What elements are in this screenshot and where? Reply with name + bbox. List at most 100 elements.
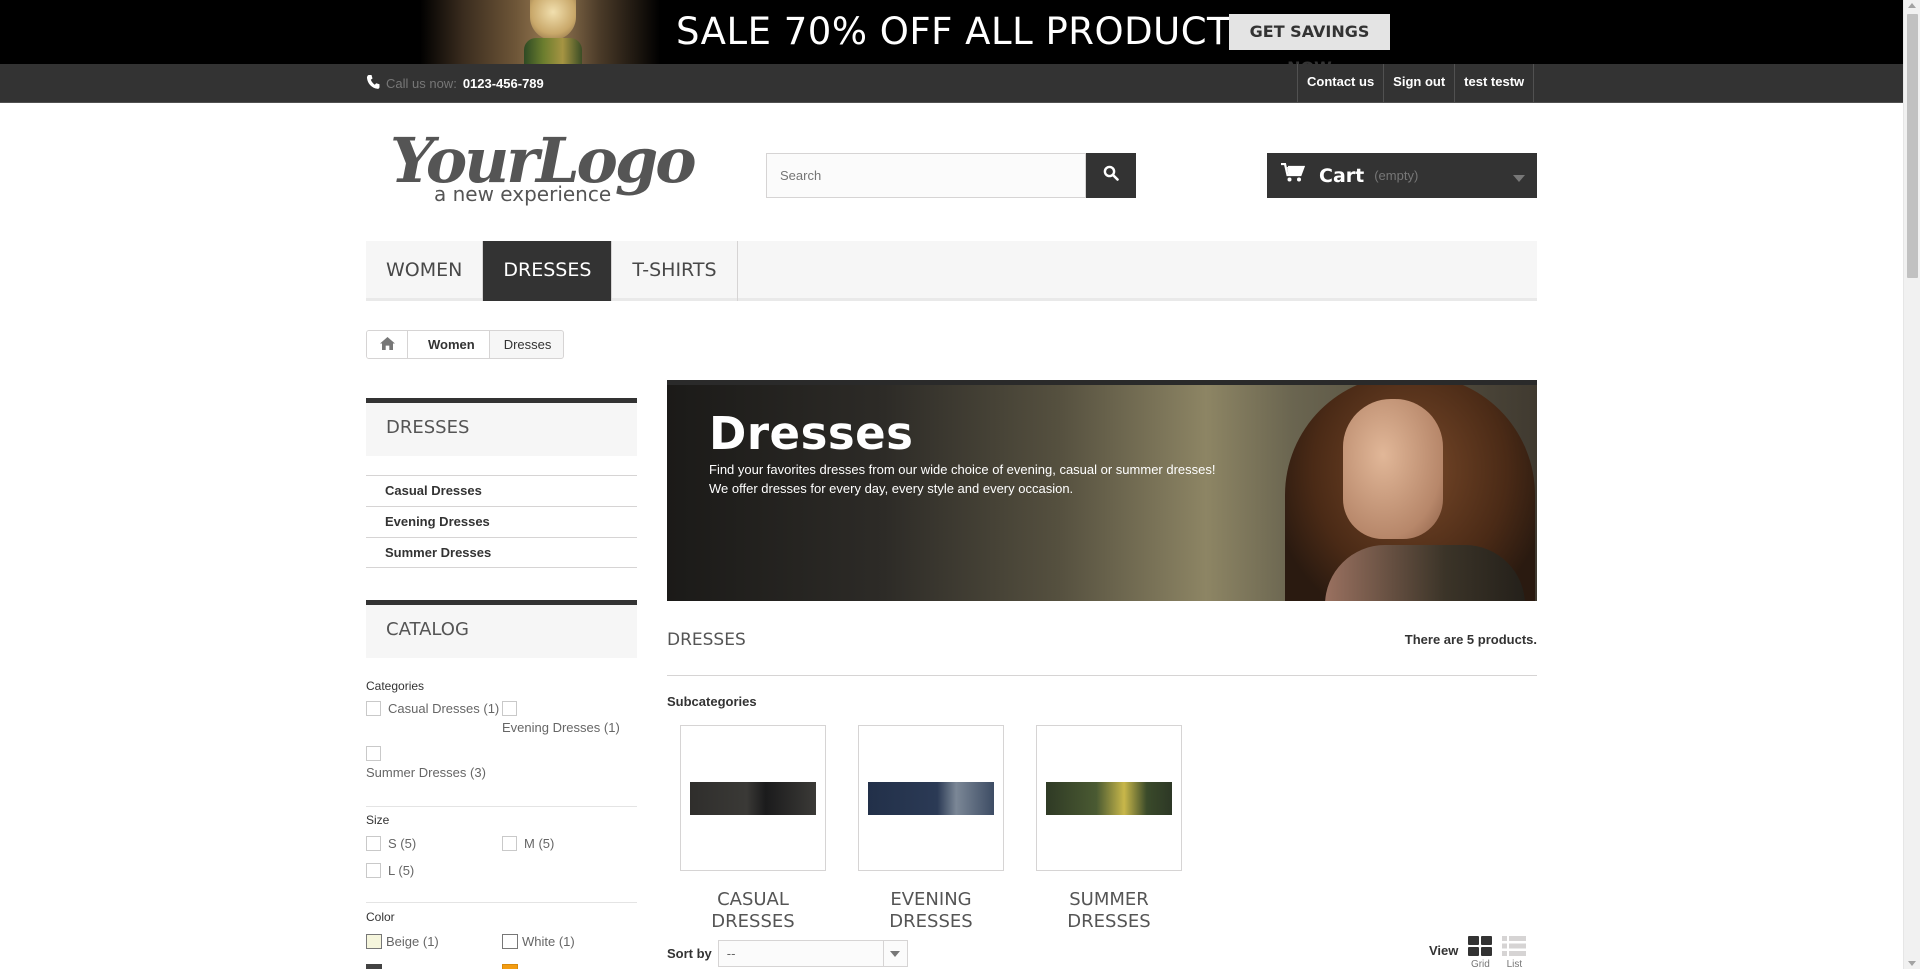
filter-size-s[interactable]: S (5) [366, 836, 416, 851]
filter-checkbox[interactable] [366, 836, 381, 851]
category-heading: DRESSES [667, 630, 746, 650]
category-banner: Dresses Find your favorites dresses from… [667, 380, 1537, 601]
filter-categories-label: Categories [366, 679, 425, 693]
list-icon [1502, 936, 1527, 959]
category-heading-row: DRESSES There are 5 products. [667, 626, 1537, 676]
breadcrumb-women[interactable]: Women [408, 331, 490, 358]
sign-out-link[interactable]: Sign out [1383, 64, 1454, 103]
sort-select[interactable]: -- [717, 940, 908, 967]
subcategory-summer-dresses[interactable]: SUMMER DRESSES [1036, 725, 1182, 933]
filter-casual-dresses[interactable]: Casual Dresses (1) [366, 701, 499, 716]
view-label: View [1429, 943, 1459, 958]
filter-size-l[interactable]: L (5) [366, 863, 414, 878]
top-nav-bar: Call us now: 0123-456-789 Contact us Sig… [0, 64, 1903, 103]
view-list-button[interactable]: List [1502, 936, 1527, 969]
scroll-down-icon[interactable] [1908, 961, 1916, 966]
chevron-down-icon [1513, 170, 1525, 188]
cart-status: (empty) [1374, 168, 1419, 183]
menu-item-women[interactable]: WOMEN [366, 241, 484, 301]
filter-divider [366, 806, 637, 807]
category-banner-title: Dresses [709, 407, 914, 460]
sidebar-category-list: Casual Dresses Evening Dresses Summer Dr… [366, 475, 637, 568]
subcategory-thumbnail [1046, 782, 1172, 815]
filter-checkbox[interactable] [366, 701, 381, 716]
subcategory-image-frame[interactable] [680, 725, 826, 871]
filter-color-white[interactable]: White (1) [502, 934, 575, 949]
menu-item-tshirts[interactable]: T-SHIRTS [612, 241, 738, 301]
get-savings-button[interactable]: GET SAVINGS NOW [1229, 14, 1390, 77]
breadcrumb: Women Dresses [366, 330, 565, 359]
filter-size-m[interactable]: M (5) [502, 836, 554, 851]
filter-checkbox[interactable] [502, 701, 517, 716]
category-description-line: Find your favorites dresses from our wid… [709, 462, 1216, 477]
sidebar-item-summer-dresses[interactable]: Summer Dresses [366, 537, 637, 568]
home-icon [379, 336, 395, 353]
filter-evening-dresses[interactable]: Evening Dresses (1) [502, 701, 620, 735]
color-swatch-beige[interactable] [366, 934, 382, 949]
scroll-up-icon[interactable] [1908, 3, 1916, 8]
header-links: Contact us Sign out test testw [1297, 64, 1535, 103]
sidebar-item-evening-dresses[interactable]: Evening Dresses [366, 506, 637, 537]
filter-color-black[interactable] [366, 964, 386, 969]
cart-label: Cart [1319, 164, 1365, 187]
sort-select-value: -- [726, 946, 736, 961]
view-switcher: View Grid List [1429, 936, 1527, 969]
view-grid-label: Grid [1470, 959, 1490, 969]
filter-color-beige[interactable]: Beige (1) [366, 934, 439, 949]
subcategory-thumbnail [690, 782, 816, 815]
breadcrumb-current: Dresses [503, 337, 552, 352]
phone-info: Call us now: 0123-456-789 [366, 74, 544, 93]
page-scrollbar[interactable] [1903, 0, 1920, 969]
subcategory-name[interactable]: SUMMER DRESSES [1036, 889, 1182, 933]
filter-color-orange[interactable] [502, 964, 522, 969]
filter-option-label: Casual Dresses (1) [388, 701, 500, 716]
filter-size-label: Size [366, 813, 390, 827]
filter-option-label: M (5) [524, 836, 555, 851]
search-input[interactable] [766, 153, 1086, 198]
phone-icon [366, 74, 380, 93]
color-swatch-orange[interactable] [502, 964, 518, 969]
color-swatch-black[interactable] [366, 964, 382, 969]
color-swatch-white[interactable] [502, 934, 518, 949]
promo-banner[interactable]: SALE 70% OFF ALL PRODUCTS GET SAVINGS NO… [0, 0, 1903, 77]
breadcrumb-home[interactable] [367, 331, 408, 358]
filter-checkbox[interactable] [366, 746, 381, 761]
subcategory-casual-dresses[interactable]: CASUAL DRESSES [680, 725, 826, 933]
scrollbar-thumb[interactable] [1907, 14, 1918, 278]
main-menu: WOMEN DRESSES T-SHIRTS [366, 241, 1537, 301]
filter-divider [366, 902, 637, 903]
banner-model-image [1265, 385, 1537, 601]
view-grid-button[interactable]: Grid [1468, 936, 1493, 969]
subcategory-name[interactable]: EVENING DRESSES [858, 889, 1004, 933]
filter-checkbox[interactable] [366, 863, 381, 878]
view-list-label: List [1506, 959, 1523, 969]
category-description-line: We offer dresses for every day, every st… [709, 481, 1074, 496]
filter-summer-dresses[interactable]: Summer Dresses (3) [366, 746, 486, 780]
sort-by-label: Sort by [667, 946, 712, 961]
menu-item-dresses[interactable]: DRESSES [483, 241, 613, 301]
subcategory-image-frame[interactable] [1036, 725, 1182, 871]
subcategory-thumbnail [868, 782, 994, 815]
cart-button[interactable]: Cart (empty) [1267, 153, 1537, 198]
filter-checkbox[interactable] [502, 836, 517, 851]
sidebar-category-title: DRESSES [366, 398, 637, 456]
filter-option-label: Beige (1) [386, 934, 439, 949]
promo-model-image [420, 0, 660, 64]
subcategory-image-frame[interactable] [858, 725, 1004, 871]
call-label: Call us now: [386, 76, 457, 91]
sidebar-item-casual-dresses[interactable]: Casual Dresses [366, 475, 637, 506]
chevron-down-icon [882, 941, 907, 966]
site-logo[interactable]: YourLogo a new experience [390, 124, 697, 209]
subcategory-name[interactable]: CASUAL DRESSES [680, 889, 826, 933]
product-count: There are 5 products. [1404, 632, 1537, 647]
category-banner-description: Find your favorites dresses from our wid… [709, 460, 1216, 498]
account-link[interactable]: test testw [1454, 64, 1535, 103]
filter-option-label: Evening Dresses (1) [502, 720, 620, 735]
filter-color-label: Color [366, 910, 395, 924]
contact-us-link[interactable]: Contact us [1297, 64, 1383, 103]
search-button[interactable] [1086, 153, 1136, 198]
filter-option-label: White (1) [522, 934, 575, 949]
subcategory-evening-dresses[interactable]: EVENING DRESSES [858, 725, 1004, 933]
search-form [766, 153, 1136, 198]
search-icon [1103, 165, 1119, 186]
